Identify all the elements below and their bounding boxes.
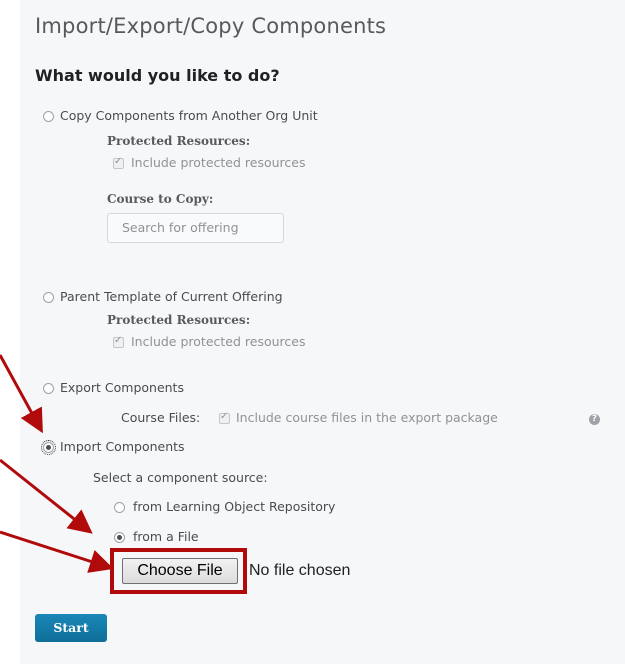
source-file-radio[interactable]	[114, 532, 125, 543]
source-repository-radio[interactable]	[114, 502, 125, 513]
help-icon[interactable]: ?	[589, 414, 600, 425]
import-components-label: Import Components	[60, 439, 185, 454]
no-file-chosen-text: No file chosen	[249, 562, 351, 579]
parent-protected-heading: Protected Resources:	[107, 313, 251, 327]
course-files-label: Course Files:	[121, 410, 201, 425]
copy-components-label: Copy Components from Another Org Unit	[60, 108, 318, 123]
copy-protected-checkbox	[113, 156, 124, 169]
annotation-highlight-box	[110, 548, 247, 594]
parent-template-label: Parent Template of Current Offering	[60, 289, 283, 304]
copy-protected-checkbox-label: Include protected resources	[131, 155, 306, 170]
component-source-prompt: Select a component source:	[93, 470, 268, 485]
parent-protected-checkbox	[113, 335, 124, 348]
copy-components-radio[interactable]	[43, 111, 54, 122]
search-for-offering-button[interactable]: Search for offering	[107, 213, 284, 243]
copy-protected-heading: Protected Resources:	[107, 134, 251, 148]
parent-protected-checkbox-label: Include protected resources	[131, 334, 306, 349]
import-components-radio[interactable]	[41, 440, 56, 455]
source-file-label: from a File	[133, 529, 199, 544]
course-files-checkbox	[219, 411, 230, 424]
export-components-radio[interactable]	[43, 383, 54, 394]
course-files-checkbox-label: Include course files in the export packa…	[236, 410, 498, 425]
course-to-copy-heading: Course to Copy:	[107, 192, 214, 206]
start-button[interactable]: Start	[35, 614, 107, 642]
parent-template-radio[interactable]	[43, 292, 54, 303]
source-repository-label: from Learning Object Repository	[133, 499, 336, 514]
export-components-label: Export Components	[60, 380, 184, 395]
page-title: Import/Export/Copy Components	[35, 14, 387, 38]
question-heading: What would you like to do?	[35, 66, 280, 85]
